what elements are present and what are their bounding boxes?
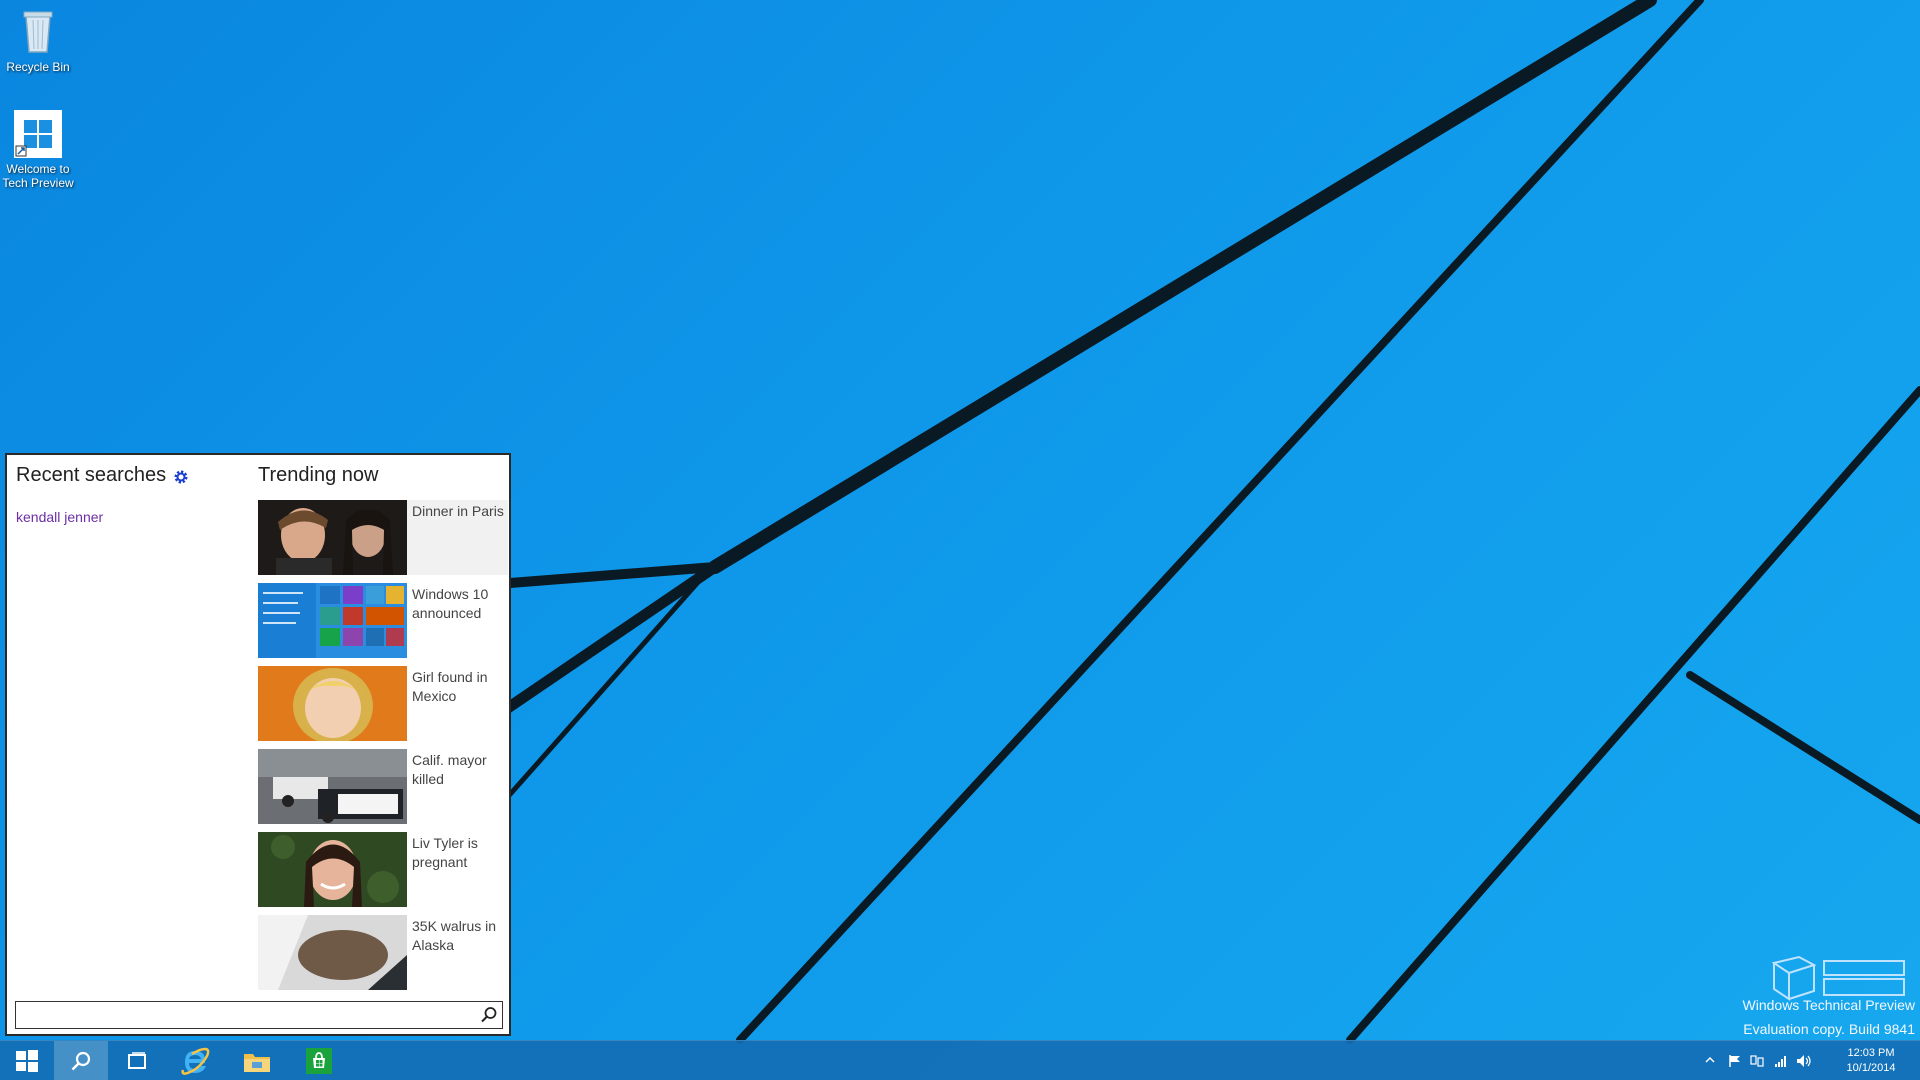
- watermark-line1: Windows Technical Preview: [1742, 997, 1915, 1013]
- search-icon[interactable]: [480, 1006, 498, 1024]
- folder-icon: [244, 1054, 270, 1072]
- welcome-tech-preview-shortcut[interactable]: Welcome to Tech Preview: [0, 110, 76, 190]
- desktop: Recycle Bin Welcome to Tech Preview Rece…: [0, 0, 1920, 1080]
- trending-label: 35K walrus in Alaska: [412, 918, 497, 953]
- search-icon: [71, 1051, 91, 1071]
- portrait-thumbnail: [258, 832, 407, 907]
- trending-thumbnail: [258, 666, 407, 741]
- police-car-thumbnail: [258, 749, 407, 824]
- internet-explorer-icon: [181, 1047, 210, 1075]
- signal-strength-icon[interactable]: [1774, 1054, 1788, 1068]
- trending-thumbnail: [258, 500, 407, 575]
- recent-search-item[interactable]: kendall jenner: [16, 509, 103, 525]
- walrus-beach-thumbnail: [258, 915, 407, 990]
- windows-start-icon: [16, 1050, 38, 1072]
- trending-label: Liv Tyler is pregnant: [412, 835, 478, 870]
- task-view-button[interactable]: [110, 1041, 164, 1080]
- purepc-logo-icon: [1771, 955, 1905, 1001]
- trending-thumbnail: [258, 583, 407, 658]
- volume-icon[interactable]: [1796, 1054, 1812, 1068]
- system-tray: 12:03 PM 10/1/2014: [1700, 1041, 1920, 1080]
- start-button[interactable]: [0, 1041, 54, 1080]
- store-icon: [306, 1048, 332, 1074]
- trending-now-heading: Trending now: [258, 464, 379, 486]
- file-explorer-button[interactable]: [230, 1041, 284, 1080]
- watermark: Windows Technical Preview Evaluation cop…: [1710, 955, 1915, 1040]
- trending-item-girl-found[interactable]: Girl found in Mexico: [258, 666, 508, 741]
- search-input[interactable]: [20, 1005, 470, 1025]
- celebrity-photo-thumbnail: [258, 500, 407, 575]
- trending-item-windows-10[interactable]: Windows 10 announced: [258, 583, 508, 658]
- search-flyout: Recent searches kendall jenner Trending …: [5, 453, 511, 1036]
- welcome-label-line2: Tech Preview: [2, 176, 74, 190]
- store-button[interactable]: [292, 1041, 346, 1080]
- recycle-bin-label: Recycle Bin: [6, 60, 70, 74]
- action-center-flag-icon[interactable]: [1728, 1054, 1742, 1068]
- clock-time: 12:03 PM: [1847, 1047, 1895, 1059]
- child-photo-thumbnail: [258, 666, 407, 741]
- clock-date: 10/1/2014: [1846, 1062, 1896, 1074]
- watermark-line2: Evaluation copy. Build 9841: [1743, 1021, 1915, 1037]
- gear-icon[interactable]: [173, 469, 189, 485]
- windows-logo-icon: [14, 110, 62, 158]
- clock[interactable]: 12:03 PM 10/1/2014: [1836, 1046, 1906, 1076]
- recent-searches-heading: Recent searches: [16, 464, 167, 486]
- search-box: [15, 1001, 503, 1029]
- internet-explorer-button[interactable]: [168, 1041, 222, 1080]
- show-hidden-icons-icon[interactable]: [1704, 1054, 1716, 1066]
- recycle-bin-shortcut[interactable]: Recycle Bin: [0, 6, 76, 74]
- network-wired-icon[interactable]: [1750, 1054, 1764, 1068]
- trending-label: Girl found in Mexico: [412, 669, 488, 704]
- welcome-label-line1: Welcome to: [6, 162, 70, 176]
- trending-label: Windows 10 announced: [412, 586, 489, 621]
- task-view-icon: [128, 1052, 146, 1069]
- trending-thumbnail: [258, 915, 407, 990]
- trending-item-calif-mayor[interactable]: Calif. mayor killed: [258, 749, 508, 824]
- trending-thumbnail: [258, 832, 407, 907]
- trending-thumbnail: [258, 749, 407, 824]
- trending-item-dinner-in-paris[interactable]: Dinner in Paris: [258, 500, 508, 575]
- trending-label: Dinner in Paris: [412, 503, 504, 519]
- taskbar-search-button[interactable]: [54, 1041, 108, 1080]
- start-menu-screenshot-thumbnail: [258, 583, 407, 658]
- trending-item-liv-tyler[interactable]: Liv Tyler is pregnant: [258, 832, 508, 907]
- taskbar: 12:03 PM 10/1/2014: [0, 1040, 1920, 1080]
- trending-label: Calif. mayor killed: [412, 752, 487, 787]
- recycle-bin-icon: [23, 11, 53, 53]
- trending-item-walrus[interactable]: 35K walrus in Alaska: [258, 915, 508, 990]
